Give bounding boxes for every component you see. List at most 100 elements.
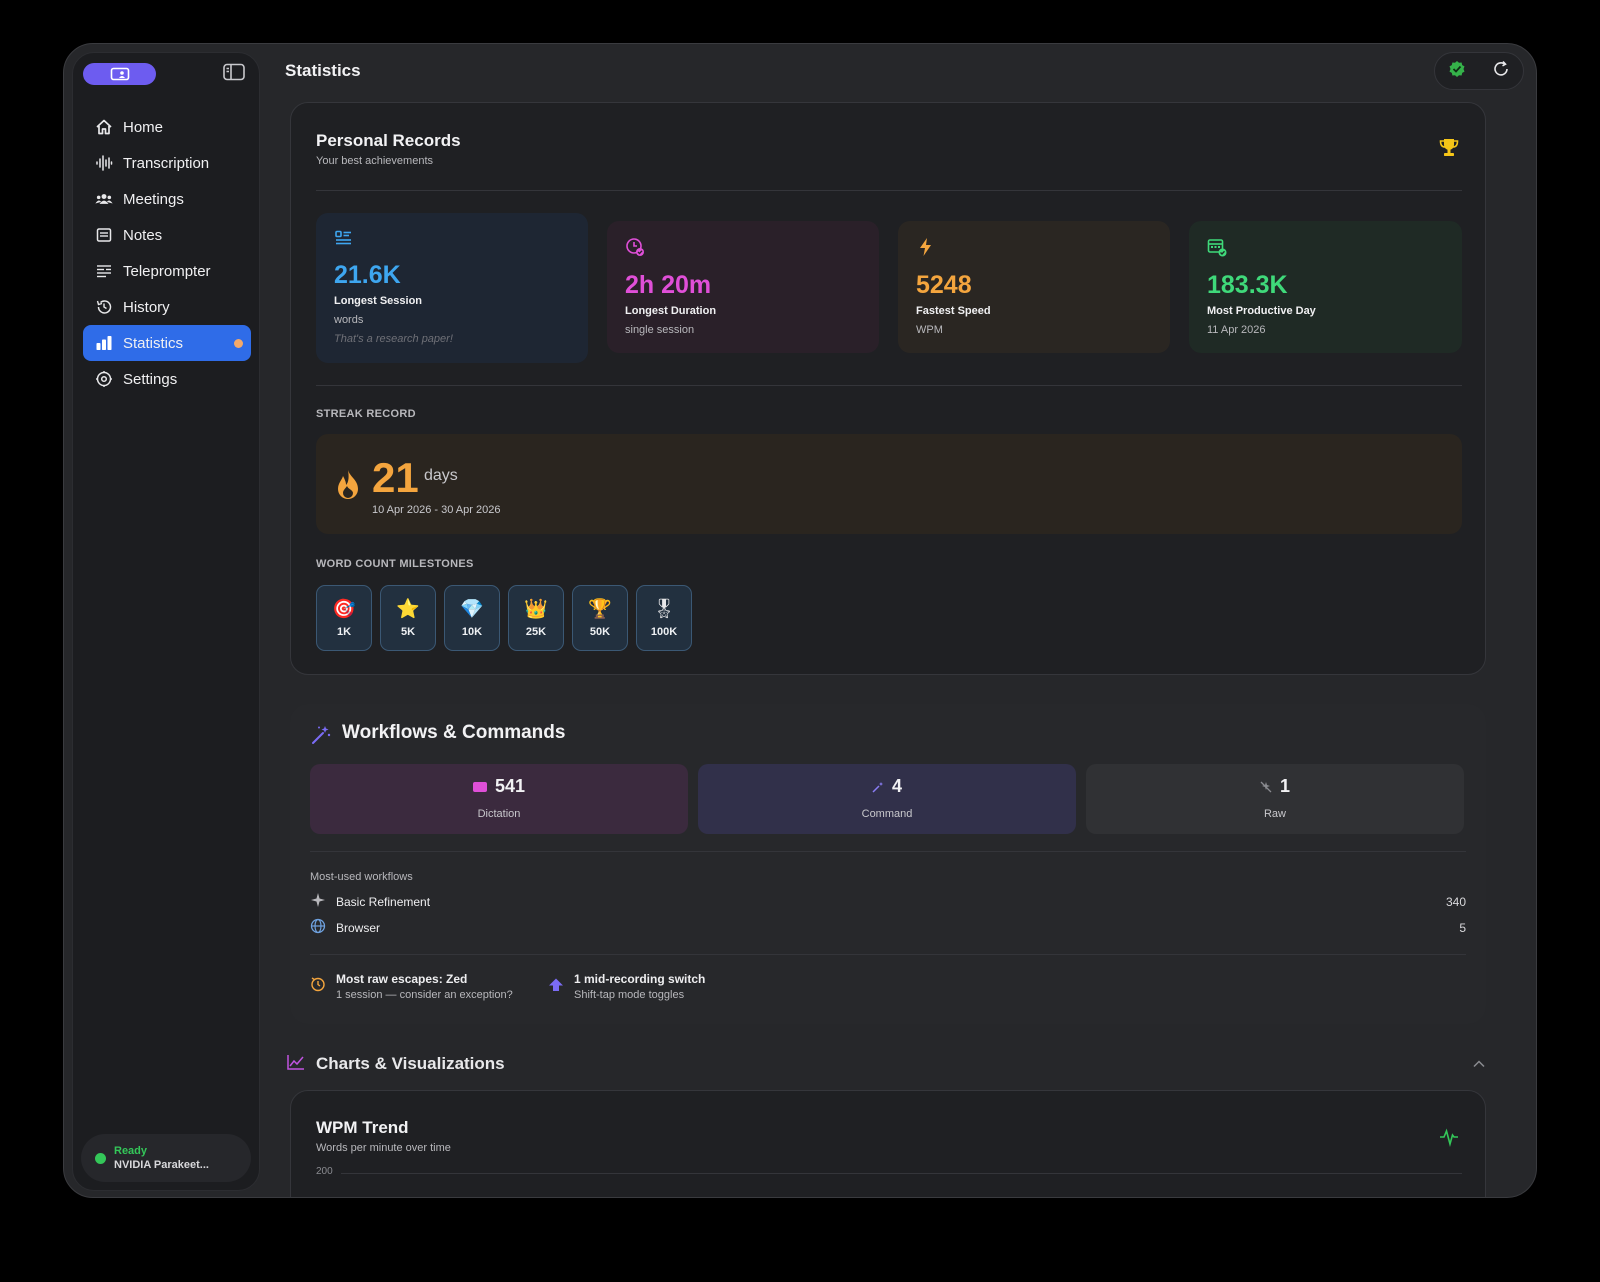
record-note: That's a research paper! <box>334 333 453 345</box>
milestone-badge[interactable]: 🎖 100K <box>636 585 692 651</box>
target-icon: 🎯 <box>332 599 356 620</box>
insight-title: Most raw escapes: Zed <box>336 972 468 986</box>
record-label: Longest Duration <box>625 305 717 317</box>
bar-chart-icon <box>95 334 113 352</box>
streak-unit: days <box>424 467 458 484</box>
record-most-productive-day: 183.3K Most Productive Day 11 Apr 2026 <box>1189 221 1462 353</box>
sidebar: Home Transcription Meetings Notes Telepr… <box>72 52 260 1191</box>
record-value: 2h 20m <box>625 271 712 299</box>
sidebar-item-label: Meetings <box>123 190 184 208</box>
milestones-section-label: WORD COUNT MILESTONES <box>316 558 474 570</box>
gear-icon <box>95 370 113 388</box>
home-icon <box>95 118 113 136</box>
wpm-title: WPM Trend <box>316 1118 409 1137</box>
model-status[interactable]: Ready NVIDIA Parakeet... <box>81 1134 251 1182</box>
mode-dictation[interactable]: 541 Dictation <box>310 764 688 834</box>
status-state: Ready <box>114 1145 148 1157</box>
milestone-badge[interactable]: 👑 25K <box>508 585 564 651</box>
record-label: Most Productive Day <box>1207 305 1316 317</box>
divider <box>310 954 1466 955</box>
insight-title: 1 mid-recording switch <box>574 972 706 986</box>
chevron-up-icon[interactable] <box>1472 1056 1486 1074</box>
calendar-check-icon <box>1207 237 1227 257</box>
refresh-button[interactable] <box>1492 60 1510 83</box>
teleprompter-icon <box>95 262 113 280</box>
mode-value: 541 <box>494 776 526 796</box>
insight-detail: Shift-tap mode toggles <box>574 989 685 1001</box>
mode-value: 4 <box>891 776 902 796</box>
sidebar-item-label: Notes <box>123 226 163 244</box>
workflow-name: Basic Refinement <box>336 895 431 909</box>
mode-label: Command <box>861 808 913 820</box>
sidebar-item-history[interactable]: History <box>83 289 251 325</box>
mode-raw[interactable]: 1 Raw <box>1086 764 1464 834</box>
record-label: Longest Session <box>334 295 423 307</box>
charts-section-header[interactable]: Charts & Visualizations <box>286 1052 1486 1076</box>
crown-icon: 👑 <box>524 599 548 620</box>
workflow-name: Browser <box>336 921 381 935</box>
milestone-badge[interactable]: ⭐ 5K <box>380 585 436 651</box>
milestone-label: 10K <box>461 626 483 638</box>
milestone-badge[interactable]: 💎 10K <box>444 585 500 651</box>
workflows-card: Workflows & Commands 541 Dictation 4 Com… <box>290 704 1486 1024</box>
lightning-icon <box>916 237 936 257</box>
milestones-list: 🎯 1K ⭐ 5K 💎 10K 👑 25K 🏆 50K 🎖 100K <box>316 585 692 651</box>
record-value: 5248 <box>916 271 972 299</box>
sidebar-item-label: Home <box>123 118 164 136</box>
insight-mode-switch: 1 mid-recording switch Shift-tap mode to… <box>548 972 705 1001</box>
workflow-row[interactable]: Browser 5 <box>310 916 1466 940</box>
mode-command[interactable]: 4 Command <box>698 764 1076 834</box>
verified-badge-icon <box>1449 60 1465 77</box>
workflows-title: Workflows & Commands <box>342 722 566 743</box>
sidebar-toggle-button[interactable] <box>223 63 245 81</box>
record-longest-session: 21.6K Longest Session words That's a res… <box>316 213 588 363</box>
sidebar-item-statistics[interactable]: Statistics <box>83 325 251 361</box>
record-fastest-speed: 5248 Fastest Speed WPM <box>898 221 1170 353</box>
workflow-count: 340 <box>1445 895 1466 909</box>
globe-icon <box>310 918 326 939</box>
wpm-trend-card: WPM Trend Words per minute over time 200 <box>290 1090 1486 1197</box>
sidebar-item-transcription[interactable]: Transcription <box>83 145 251 181</box>
verified-badge-button[interactable] <box>1448 60 1466 83</box>
top-actions <box>1434 52 1524 90</box>
mode-label: Raw <box>1263 808 1286 820</box>
mode-value: 1 <box>1279 776 1290 796</box>
sidebar-item-label: Statistics <box>123 334 184 352</box>
history-icon <box>95 298 113 316</box>
trophy-icon: 🏆 <box>588 599 612 620</box>
sidebar-nav: Home Transcription Meetings Notes Telepr… <box>83 109 251 397</box>
insight-raw-escapes: Most raw escapes: Zed 1 session — consid… <box>310 972 513 1001</box>
gridline <box>341 1173 1462 1174</box>
shift-arrow-icon <box>548 977 564 998</box>
line-chart-icon <box>286 1053 306 1076</box>
notes-icon <box>95 226 113 244</box>
sidebar-item-meetings[interactable]: Meetings <box>83 181 251 217</box>
sidebar-item-home[interactable]: Home <box>83 109 251 145</box>
milestone-label: 25K <box>525 626 547 638</box>
record-longest-duration: 2h 20m Longest Duration single session <box>607 221 879 353</box>
page-title: Statistics <box>285 61 361 80</box>
sidebar-item-notes[interactable]: Notes <box>83 217 251 253</box>
escape-timer-icon <box>310 976 326 997</box>
milestone-label: 1K <box>336 626 352 638</box>
divider <box>316 385 1462 386</box>
sidebar-item-label: History <box>123 298 170 316</box>
milestone-badge[interactable]: 🏆 50K <box>572 585 628 651</box>
streak-record-panel: 21 days 10 Apr 2026 - 30 Apr 2026 <box>316 434 1462 534</box>
workflow-row[interactable]: Basic Refinement 340 <box>310 890 1466 914</box>
sidebar-item-teleprompter[interactable]: Teleprompter <box>83 253 251 289</box>
streak-section-label: STREAK RECORD <box>316 408 416 420</box>
diamond-icon: 💎 <box>460 599 484 620</box>
refresh-icon <box>1494 60 1508 76</box>
divider <box>316 190 1462 191</box>
mode-label: Dictation <box>477 808 521 820</box>
sidebar-item-label: Settings <box>123 370 178 388</box>
record-unit: single session <box>625 324 695 336</box>
insight-detail: 1 session — consider an exception? <box>336 989 513 1001</box>
star-icon: ⭐ <box>396 599 420 620</box>
sidebar-item-settings[interactable]: Settings <box>83 361 251 397</box>
record-label: Fastest Speed <box>916 305 991 317</box>
app-logo-button[interactable] <box>83 63 156 85</box>
milestone-badge[interactable]: 🎯 1K <box>316 585 372 651</box>
keyboard-icon <box>472 782 487 793</box>
